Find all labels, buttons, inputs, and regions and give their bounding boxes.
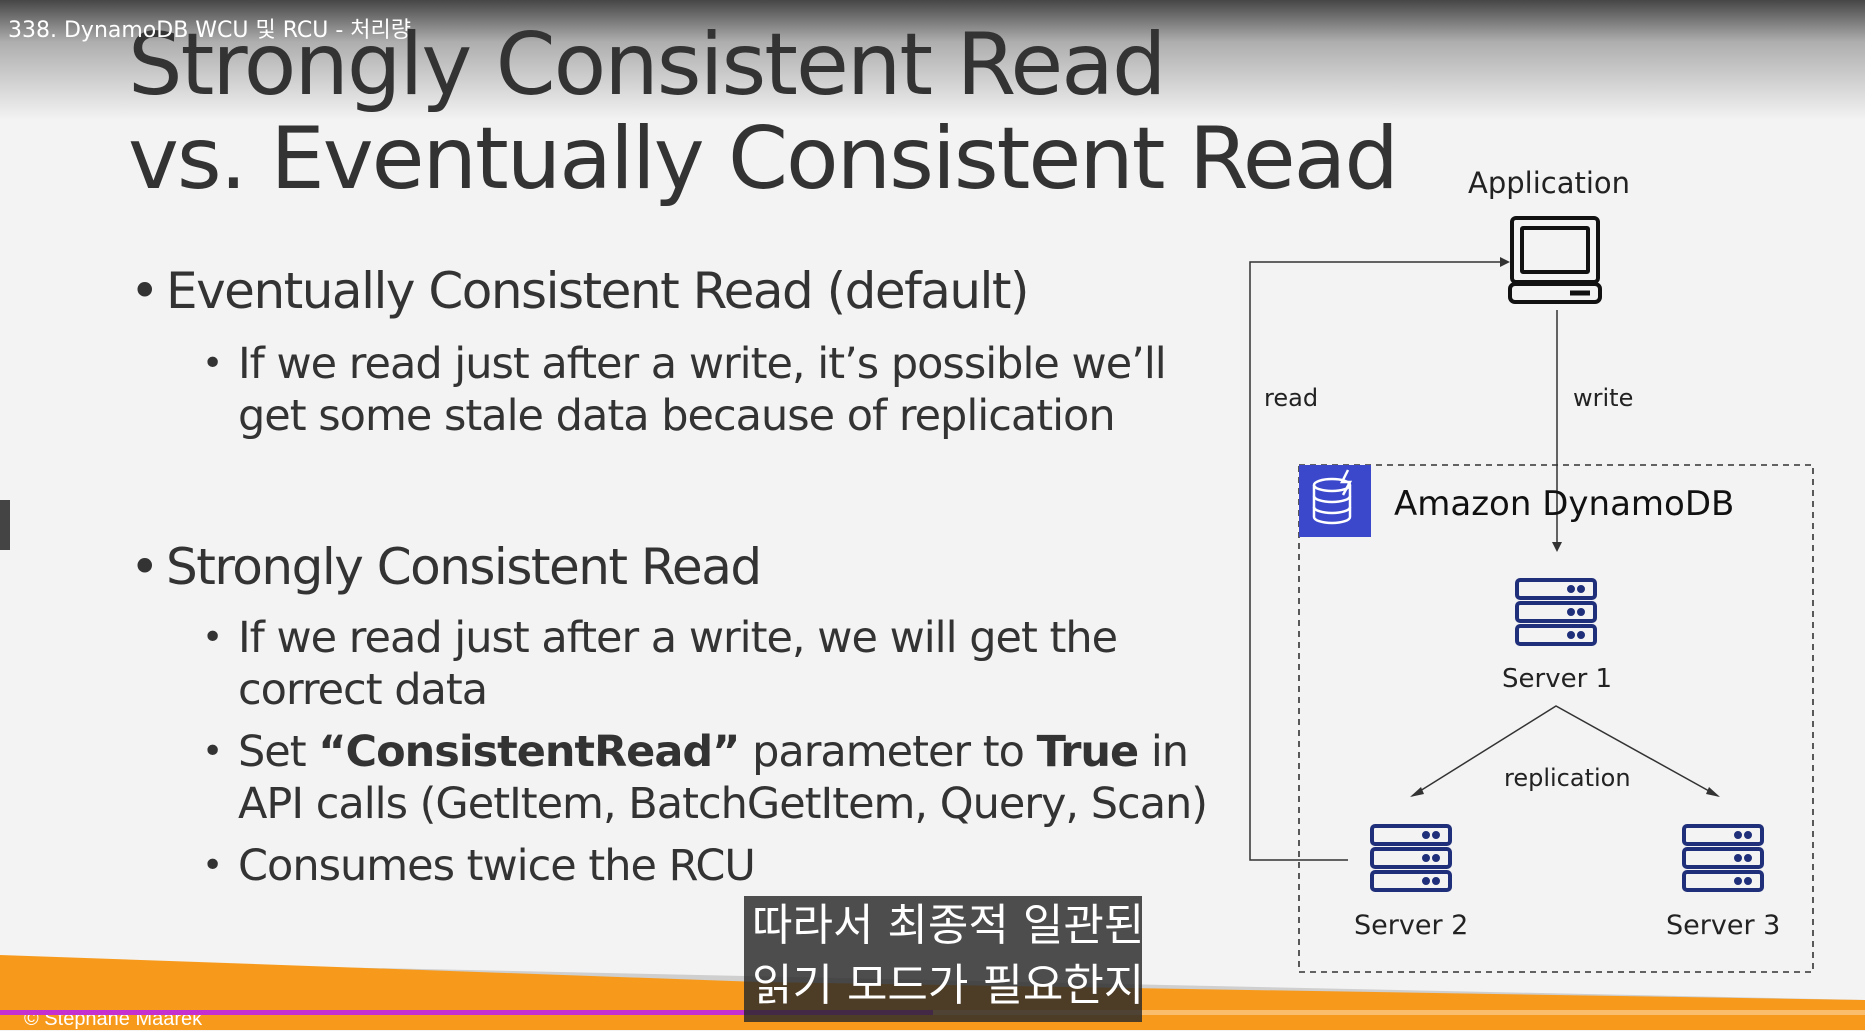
text-part-emphasis: True [1036,727,1140,777]
sidebar-handle[interactable] [0,500,10,550]
bullet-eventually-detail: If we read just after a write, it’s poss… [202,338,1167,442]
read-label: read [1264,384,1319,412]
subtitle-line-2: 읽기 모드가 필요한지 [752,960,1145,1011]
bullet-line: Set “ConsistentRead” parameter to True i… [238,726,1207,778]
replication-arrowhead-right [1706,787,1720,797]
bullet-line: get some stale data because of replicati… [238,391,1116,441]
bullet-eventually-heading: Eventually Consistent Read (default) [130,262,1030,320]
application-label: Application [1468,166,1631,200]
slide-title-line2: vs. Eventually Consistent Read [128,109,1399,209]
text-part-emphasis: “ConsistentRead” [318,727,740,777]
subtitle-line-1: 따라서 최종적 일관된 [752,900,1145,951]
text-part: parameter to [739,727,1037,777]
bullet-line: If we read just after a write, we will g… [238,613,1118,663]
server-2-icon [1370,824,1452,892]
video-title: 338. DynamoDB WCU 및 RCU - 처리량 [8,18,412,43]
replication-label: replication [1504,764,1631,792]
server-1-label: Server 1 [1502,664,1613,694]
bullet-strongly-detail-2: Set “ConsistentRead” parameter to True i… [202,726,1208,830]
architecture-diagram [1249,216,1814,973]
bullet-line: If we read just after a write, it’s poss… [238,339,1167,389]
server-3-label: Server 3 [1666,910,1781,941]
bullet-line: correct data [238,665,488,715]
text-part: in [1138,727,1189,777]
replication-arrowhead-left [1410,787,1424,797]
server-1-icon [1515,578,1597,646]
server-2-label: Server 2 [1354,910,1469,941]
bullet-strongly-detail-3: Consumes twice the RCU [202,840,756,892]
dynamodb-label: Amazon DynamoDB [1394,484,1735,524]
read-arrowhead [1500,257,1510,267]
bullet-strongly-heading: Strongly Consistent Read [130,538,762,596]
read-arrow [1249,261,1502,861]
subtitle-box: 따라서 최종적 일관된 읽기 모드가 필요한지 [744,896,1145,1022]
dynamodb-group-border [1298,464,1814,973]
slide-title: Strongly Consistent Read vs. Eventually … [128,18,1399,209]
write-arrowhead [1552,542,1562,552]
bullet-line: API calls (GetItem, BatchGetItem, Query,… [238,779,1208,829]
laptop-icon [1508,216,1602,304]
server-3-icon [1682,824,1764,892]
dynamodb-icon [1299,465,1371,537]
write-label: write [1573,384,1634,412]
text-part: Set [238,727,319,777]
bullet-strongly-detail-1: If we read just after a write, we will g… [202,612,1118,716]
